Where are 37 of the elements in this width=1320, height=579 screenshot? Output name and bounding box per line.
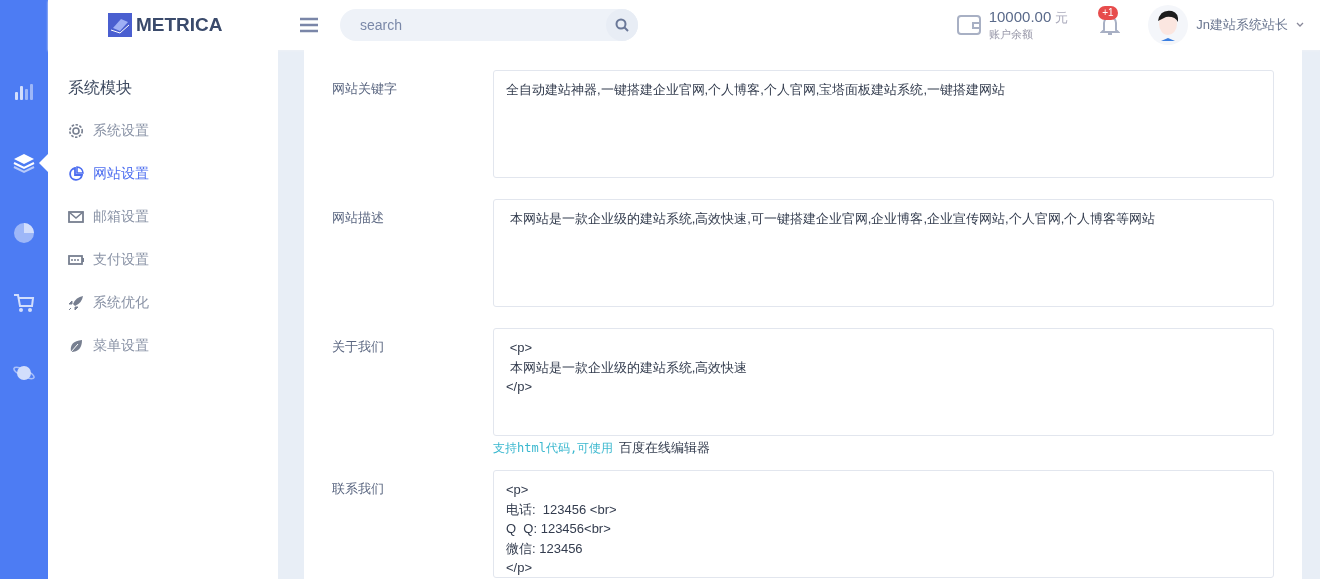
avatar-icon [1148, 5, 1189, 45]
editor-link[interactable]: 百度在线编辑器 [619, 439, 711, 457]
sidebar-item[interactable]: 系统设置 [68, 109, 149, 152]
field-label: 联系我们 [332, 480, 384, 498]
sidebar-item[interactable]: 网站设置 [68, 152, 149, 195]
text-area[interactable]: 全自动建站神器,一键搭建企业官网,个人博客,个人官网,宝塔面板建站系统,一键搭建网站 [493, 70, 1274, 178]
menu-icon[interactable] [300, 17, 318, 33]
field-label: 网站描述 [332, 209, 384, 227]
text-area[interactable]: <p> 电话: 123456 <br> Q Q: 123456<br> 微信: 123456 </p> [493, 470, 1274, 578]
sidebar-item[interactable]: 系统优化 [68, 281, 149, 324]
text-area[interactable]: 本网站是一款企业级的建站系统,高效快速,可一键搭建企业官网,企业博客,企业宣传网站,个人官网,个人博客等网站 [493, 199, 1274, 307]
cart-icon [13, 292, 35, 314]
brand-name: METRICA [136, 14, 223, 36]
text-area[interactable]: <p> 本网站是一款企业级的建站系统,高效快速 </p> [493, 328, 1274, 436]
gear-icon [68, 122, 84, 139]
sidebar-item[interactable]: 支付设置 [68, 238, 149, 281]
help-text: 支持html代码,可使用 [493, 440, 614, 457]
user-menu[interactable]: Jn建站系统站长 [1148, 5, 1304, 45]
sidebar-title: 系统模块 [68, 78, 133, 98]
search-button[interactable] [606, 9, 638, 41]
pie-chart-icon [13, 222, 35, 244]
balance-amount: 10000.00 [988, 8, 1052, 25]
leaf-icon [68, 337, 84, 354]
search-icon [615, 18, 629, 32]
layers-icon [13, 152, 35, 174]
field-label: 关于我们 [332, 338, 384, 356]
pie-chart-icon [68, 165, 84, 182]
caret-icon [1296, 22, 1304, 28]
envelope-icon [68, 208, 84, 225]
currency-unit: 元 [1055, 10, 1069, 25]
sidebar-item[interactable]: 邮箱设置 [68, 195, 149, 238]
notification-badge: +1 [1098, 6, 1118, 20]
sidebar-item[interactable]: 菜单设置 [68, 324, 149, 367]
balance-label: 账户余额 [988, 27, 1034, 42]
wallet-icon [956, 15, 981, 35]
rocket-icon [68, 294, 84, 311]
field-label: 网站关键字 [332, 80, 397, 98]
